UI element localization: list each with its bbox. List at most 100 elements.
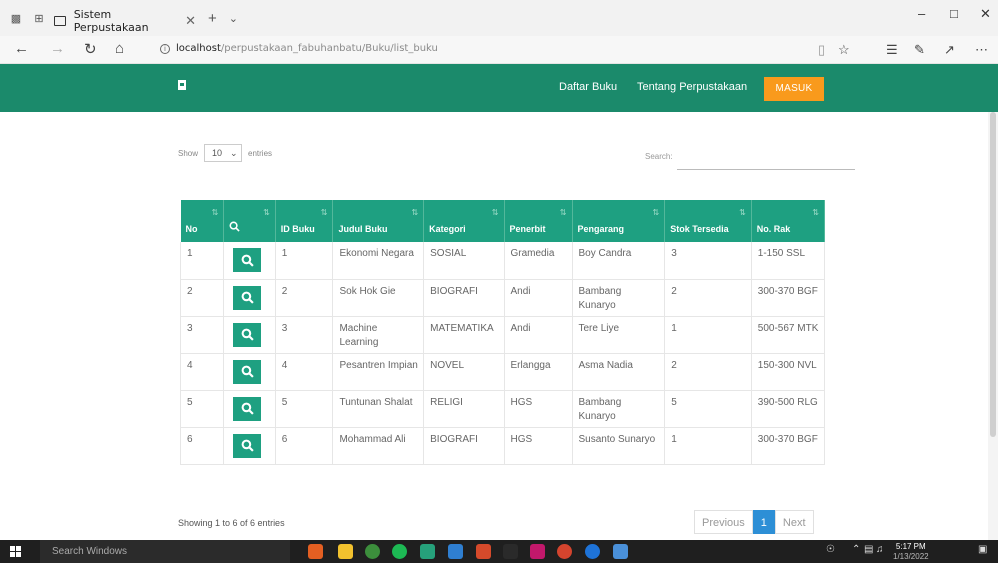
minimize-icon[interactable]: – [918,6,925,21]
col-header-no[interactable]: No ⇅ [180,200,225,242]
col-header-judul[interactable]: Judul Buku ⇅ [332,200,425,242]
col-header-rak[interactable]: No. Rak ⇅ [751,200,826,242]
cell-penerbit: Andi [504,316,573,353]
col-header-kategori[interactable]: Kategori ⇅ [423,200,505,242]
pagination: Previous 1 Next [694,510,814,534]
taskbar-clock[interactable]: 5:17 PM 1/13/2022 [893,542,929,562]
cell-view [223,316,276,353]
nav-tentang-perpustakaan[interactable]: Tentang Perpustakaan [637,81,747,93]
chevron-down-icon: ⌄ [230,147,238,158]
url-host: localhost [176,43,221,54]
browser-tab[interactable]: Sistem Perpustakaan ✕ [46,6,196,36]
cell-judul: Mohammad Ali [332,427,425,464]
entries-length-control: Show 10 ⌄ entries [178,144,272,162]
view-detail-button[interactable] [233,433,262,458]
set-tabs-aside-icon[interactable]: ⊞ [32,12,46,25]
cell-penerbit: Erlangga [504,353,573,390]
view-detail-button[interactable] [233,285,262,310]
more-icon[interactable]: ⋯ [975,42,988,58]
vscode-icon[interactable] [448,544,463,559]
cell-kategori: MATEMATIKA [423,316,505,353]
sort-icon: ⇅ [320,208,328,217]
app-icon-1[interactable] [308,544,323,559]
col-header-view[interactable]: ⇅ [223,200,276,242]
new-tab-icon[interactable]: + [208,10,217,27]
col-header-pengarang[interactable]: Pengarang ⇅ [572,200,666,242]
sort-icon: ⇅ [491,208,499,217]
app-icon-10[interactable] [557,544,572,559]
app-icon-5[interactable] [420,544,435,559]
table-header-row: No ⇅ ⇅ ID Buku ⇅ Judul Buku ⇅ Kategori ⇅ Pen… [180,200,826,242]
url-field[interactable]: i localhost/perpustakaan_fabuhanbatu/Buk… [160,43,438,54]
col-header-stok[interactable]: Stok Tersedia ⇅ [664,200,752,242]
favorites-hub-icon[interactable]: ☰ [886,42,898,58]
spotify-icon[interactable] [392,544,407,559]
network-icon[interactable]: ▤ [864,544,873,555]
search-icon [229,221,240,232]
cell-id: 2 [275,279,334,316]
tab-close-icon[interactable]: ✕ [185,13,196,29]
sort-icon: ⇅ [263,208,270,217]
notifications-icon[interactable]: ▣ [978,544,987,555]
table-row: 2 2 Sok Hok Gie BIOGRAFI Andi Bambang Kunaryo… [179,279,826,316]
web-note-icon[interactable]: ✎ [914,42,925,58]
cell-stok: 2 [664,279,752,316]
cell-penerbit: Andi [504,279,573,316]
reading-view-icon[interactable]: ▯ [818,42,825,58]
entries-label: entries [248,148,273,158]
cell-id: 6 [275,427,334,464]
share-icon[interactable]: ↗ [944,42,955,58]
people-icon[interactable]: ☉ [826,544,835,555]
app-icon-9[interactable] [530,544,545,559]
windows-start-icon[interactable] [10,546,21,557]
close-window-icon[interactable]: ✕ [980,6,991,22]
cell-penerbit: HGS [504,390,573,427]
favorite-star-icon[interactable]: ☆ [838,42,850,58]
search-input[interactable] [677,150,855,170]
tab-list-chevron-icon[interactable]: ⌄ [229,12,238,25]
scrollbar-thumb[interactable] [990,112,996,437]
show-label: Show [178,148,199,158]
edge-icon[interactable] [585,544,600,559]
next-page-button[interactable]: Next [774,510,814,534]
app-icon-12[interactable] [613,544,628,559]
home-icon[interactable]: ⌂ [115,40,124,57]
view-detail-button[interactable] [233,359,262,384]
restore-icon[interactable]: □ [950,6,958,21]
cell-pengarang: Tere Liye [572,316,666,353]
refresh-icon[interactable]: ↻ [84,40,97,58]
tab-preview-icon[interactable]: ▩ [9,12,23,25]
col-header-penerbit[interactable]: Penerbit ⇅ [504,200,573,242]
address-bar: ← → ↻ ⌂ i localhost/perpustakaan_fabuhan… [0,36,998,64]
app-icon-7[interactable] [476,544,491,559]
chrome-icon[interactable] [365,544,380,559]
cell-rak: 500-567 MTK [751,316,826,353]
cell-id: 3 [275,316,334,353]
cell-kategori: BIOGRAFI [423,279,505,316]
cell-no: 2 [179,279,225,316]
col-header-id[interactable]: ID Buku ⇅ [275,200,334,242]
previous-page-button[interactable]: Previous [694,510,753,534]
tray-chevron-icon[interactable]: ⌃ [852,544,860,555]
view-detail-button[interactable] [233,322,262,347]
site-info-icon[interactable]: i [160,43,170,54]
entries-select[interactable]: 10 ⌄ [204,144,243,162]
page-scrollbar[interactable] [988,112,998,540]
login-button[interactable]: MASUK [764,77,824,101]
cell-stok: 1 [664,427,752,464]
view-detail-button[interactable] [233,248,262,272]
cell-no: 5 [179,390,225,427]
nav-daftar-buku[interactable]: Daftar Buku [559,81,617,93]
brand-logo-icon[interactable] [178,80,186,90]
forward-icon[interactable]: → [50,40,65,57]
clock-time: 5:17 PM [895,542,926,551]
taskbar-search-input[interactable]: Search Windows [40,540,290,563]
app-icon-8[interactable] [503,544,518,559]
clock-date: 1/13/2022 [893,552,929,561]
back-icon[interactable]: ← [14,40,29,57]
windows-taskbar: Search Windows ☉ ⌃ ▤ ♫ 5:17 PM 1/13/2022… [0,540,998,563]
volume-icon[interactable]: ♫ [876,544,884,555]
file-explorer-icon[interactable] [338,544,353,559]
view-detail-button[interactable] [233,396,262,421]
page-1-button[interactable]: 1 [752,510,775,534]
